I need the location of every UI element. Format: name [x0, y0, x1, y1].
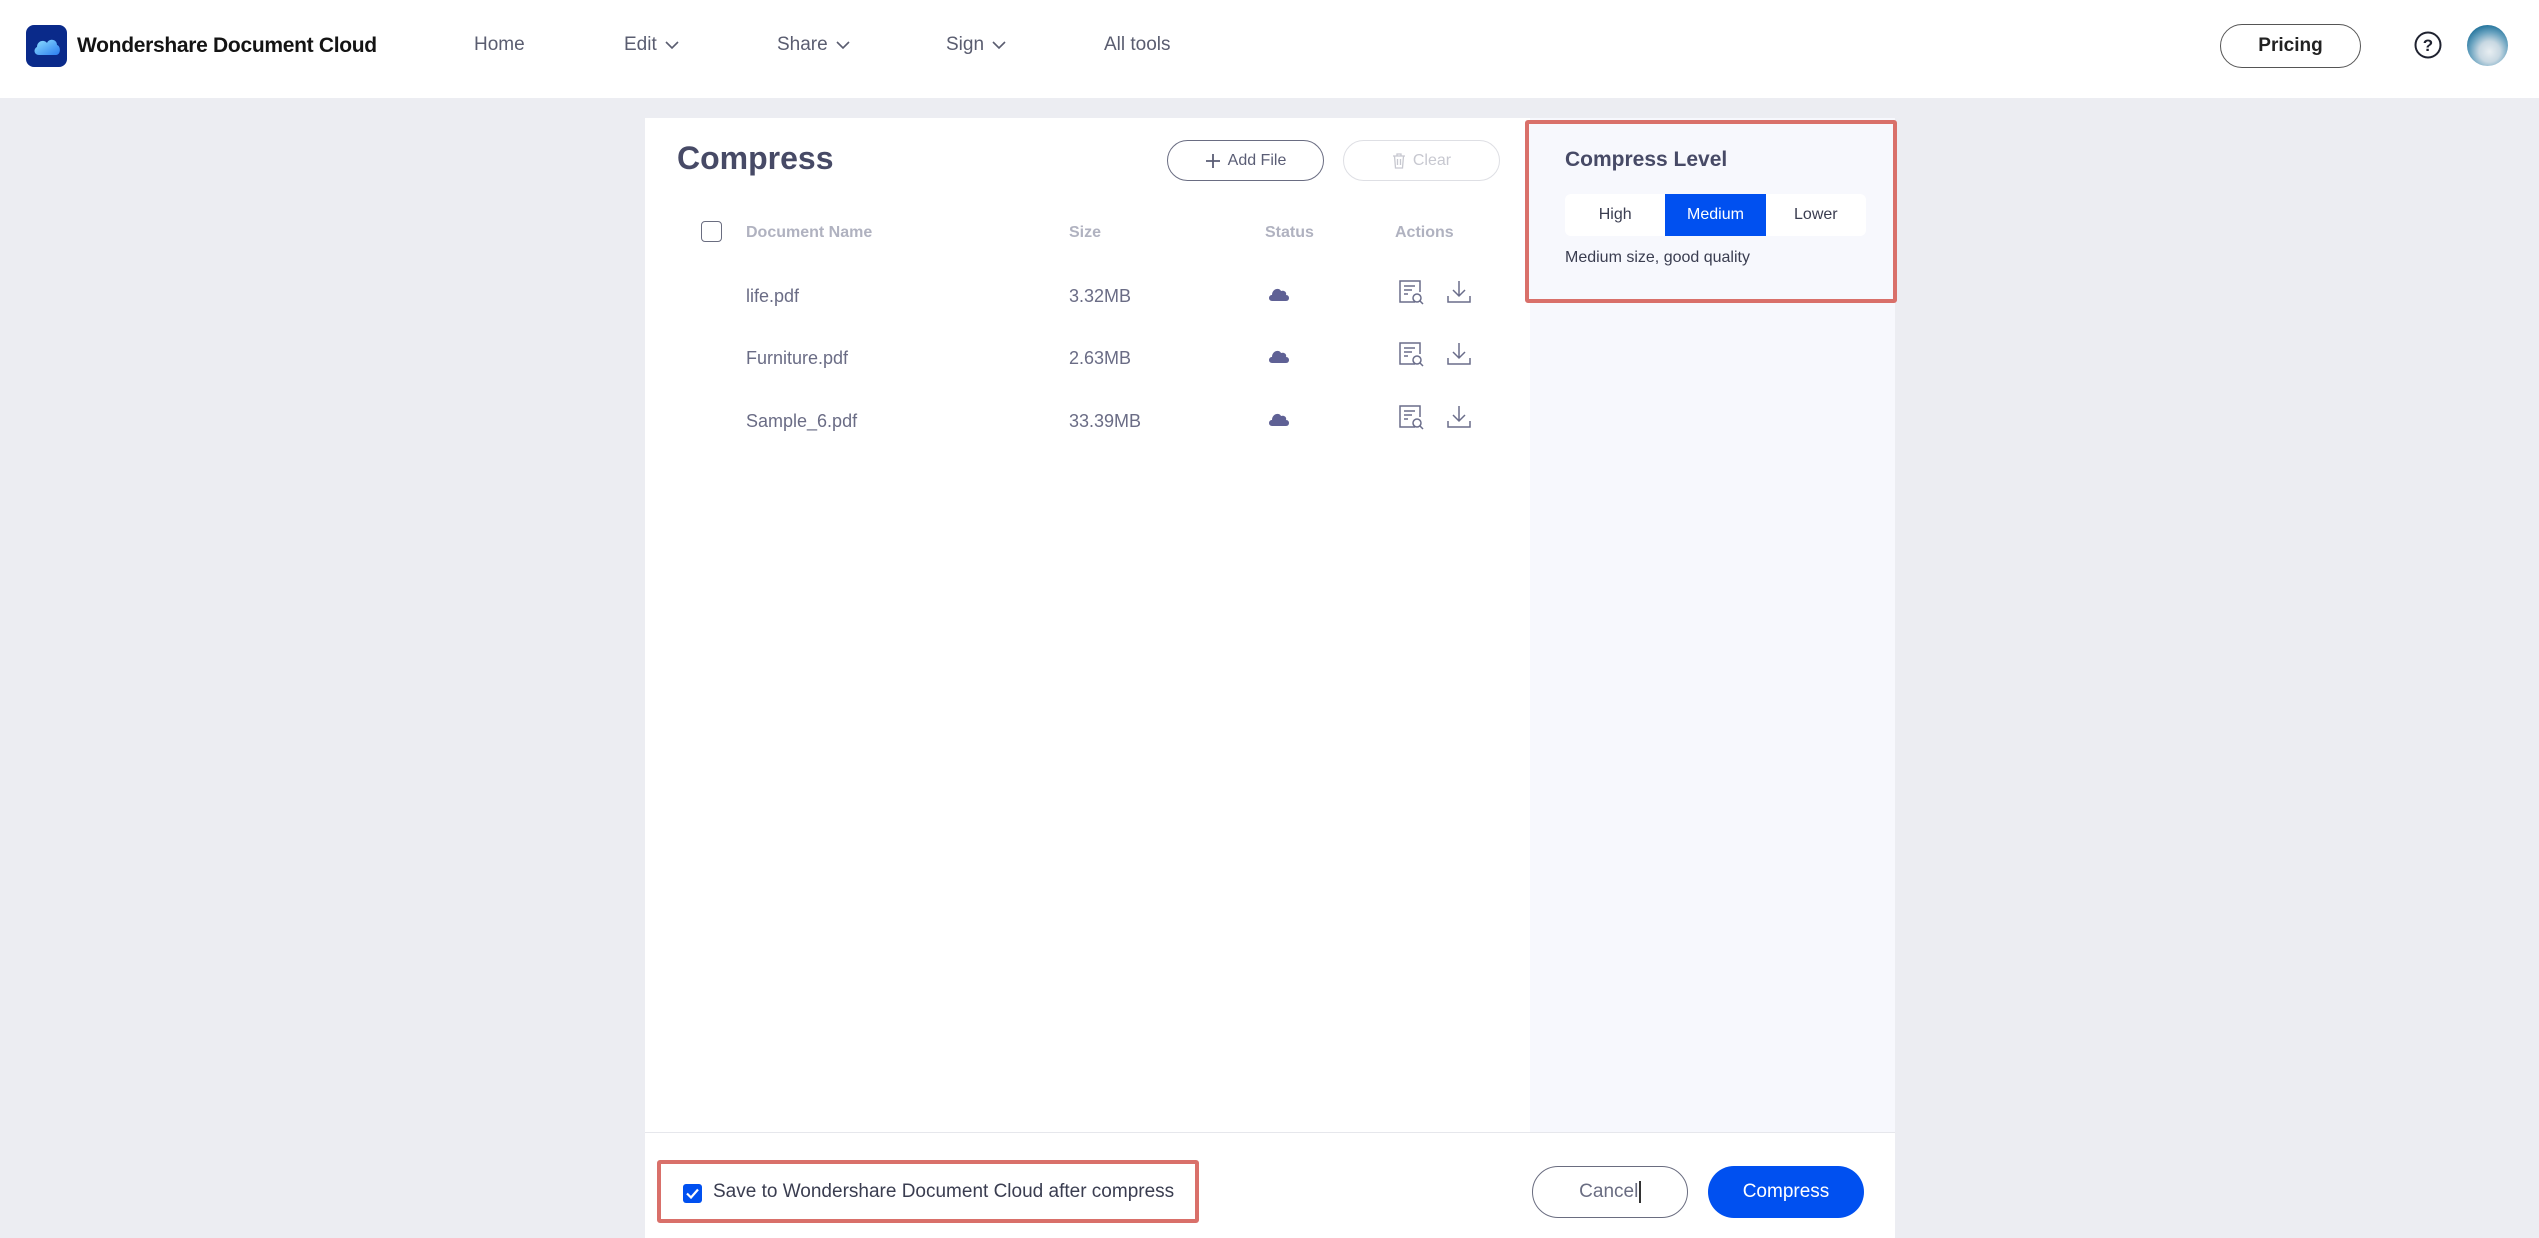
clear-label: Clear — [1412, 151, 1452, 169]
compress-level-panel: Compress Level High Medium Lower Medium … — [1525, 120, 1897, 303]
save-to-cloud-checkbox[interactable] — [683, 1184, 702, 1203]
nav-share-label: Share — [777, 34, 828, 55]
preview-icon[interactable] — [1397, 403, 1425, 431]
table-header: Document Name Size Status Actions — [645, 216, 1530, 250]
preview-icon[interactable] — [1397, 340, 1425, 368]
clear-button[interactable]: Clear — [1343, 140, 1500, 181]
level-option-lower[interactable]: Lower — [1766, 194, 1866, 236]
table-row[interactable]: life.pdf 3.32MB — [645, 266, 1530, 328]
nav-share[interactable]: Share — [777, 34, 850, 56]
nav-all-tools-label: All tools — [1104, 34, 1171, 55]
column-header-name: Document Name — [746, 224, 873, 241]
svg-text:?: ? — [2423, 36, 2433, 55]
footer-divider — [645, 1132, 1895, 1133]
select-all-checkbox[interactable] — [701, 221, 722, 242]
compress-level-selector: High Medium Lower — [1565, 194, 1866, 236]
save-to-cloud-label[interactable]: Save to Wondershare Document Cloud after… — [713, 1181, 1174, 1203]
nav-sign-label: Sign — [946, 34, 985, 55]
save-to-cloud-option: Save to Wondershare Document Cloud after… — [657, 1160, 1199, 1223]
brand-name: Wondershare Document Cloud — [77, 34, 377, 57]
add-file-label: Add File — [1227, 151, 1287, 169]
compress-button[interactable]: Compress — [1708, 1166, 1864, 1218]
file-size: 3.32MB — [1069, 286, 1132, 306]
brand-logo-icon — [26, 25, 67, 67]
page-title: Compress — [677, 140, 834, 176]
column-header-status: Status — [1265, 224, 1314, 241]
table-row[interactable]: Furniture.pdf 2.63MB — [645, 328, 1530, 390]
brand[interactable]: Wondershare Document Cloud — [26, 25, 377, 67]
text-cursor — [1639, 1181, 1641, 1203]
table-row[interactable]: Sample_6.pdf 33.39MB — [645, 391, 1530, 453]
file-size: 2.63MB — [1069, 348, 1132, 368]
file-name: life.pdf — [746, 286, 800, 306]
nav-sign[interactable]: Sign — [946, 34, 1006, 56]
file-list-pane: Compress Add File Clear Document Name Si… — [645, 118, 1530, 1133]
file-size: 33.39MB — [1069, 411, 1142, 431]
level-option-medium[interactable]: Medium — [1665, 194, 1766, 236]
chevron-down-icon — [992, 41, 1006, 50]
level-option-high[interactable]: High — [1565, 194, 1665, 236]
compress-level-title: Compress Level — [1565, 148, 1728, 171]
column-header-actions: Actions — [1395, 224, 1454, 241]
nav-home[interactable]: Home — [474, 34, 525, 56]
nav-all-tools[interactable]: All tools — [1104, 34, 1171, 56]
compress-level-description: Medium size, good quality — [1565, 249, 1750, 266]
checkmark-icon — [686, 1188, 699, 1199]
chevron-down-icon — [836, 41, 850, 50]
download-icon[interactable] — [1445, 340, 1473, 368]
user-avatar[interactable] — [2467, 25, 2508, 66]
column-header-size: Size — [1069, 224, 1102, 241]
nav-edit-label: Edit — [624, 34, 657, 55]
cancel-label: Cancel — [1579, 1181, 1639, 1202]
nav-home-label: Home — [474, 34, 525, 55]
pricing-button[interactable]: Pricing — [2220, 24, 2361, 68]
cancel-button[interactable]: Cancel — [1532, 1166, 1688, 1218]
help-icon[interactable]: ? — [2414, 31, 2442, 59]
cloud-icon — [1269, 350, 1289, 363]
top-navigation-bar: Wondershare Document Cloud Home Edit Sha… — [0, 0, 2539, 98]
cloud-icon — [1269, 413, 1289, 426]
cloud-icon — [1269, 288, 1289, 301]
download-icon[interactable] — [1445, 278, 1473, 306]
trash-icon — [1392, 152, 1405, 169]
add-file-button[interactable]: Add File — [1167, 140, 1324, 181]
download-icon[interactable] — [1445, 403, 1473, 431]
preview-icon[interactable] — [1397, 278, 1425, 306]
file-name: Sample_6.pdf — [746, 411, 858, 431]
nav-edit[interactable]: Edit — [624, 34, 679, 56]
chevron-down-icon — [665, 41, 679, 50]
plus-icon — [1205, 153, 1220, 168]
file-name: Furniture.pdf — [746, 348, 849, 368]
